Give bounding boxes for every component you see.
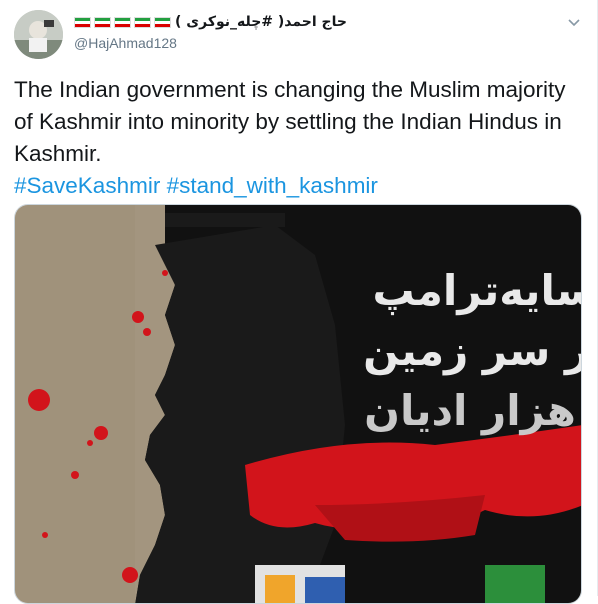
tweet-card[interactable]: حاج احمد( #چله_نوکری ) @HajAhmad128 The …	[0, 0, 598, 604]
iran-flag-icon	[114, 16, 131, 28]
tweet-media-image[interactable]: سایه‌ترامپ بر سر زمین هزار ادیان	[14, 204, 582, 604]
user-info: حاج احمد( #چله_نوکری ) @HajAhmad128	[74, 12, 347, 51]
poster-line-2: بر سر زمین	[363, 326, 582, 376]
iran-flag-icon	[94, 16, 111, 28]
flag-emojis	[74, 16, 171, 28]
iran-flag-icon	[154, 16, 171, 28]
tweet-body: The Indian government is changing the Mu…	[14, 74, 584, 202]
hashtag-links[interactable]: #SaveKashmir #stand_with_kashmir	[14, 170, 584, 202]
display-name[interactable]: حاج احمد( #چله_نوکری )	[74, 12, 347, 32]
display-name-text: حاج احمد( #چله_نوکری )	[175, 14, 347, 30]
user-handle[interactable]: @HajAhmad128	[74, 35, 347, 51]
iran-flag-icon	[134, 16, 151, 28]
tweet-text: The Indian government is changing the Mu…	[14, 77, 566, 166]
avatar[interactable]	[14, 10, 63, 59]
poster-line-3: هزار ادیان	[364, 386, 576, 436]
iran-flag-icon	[74, 16, 91, 28]
poster-line-1: سایه‌ترامپ	[372, 266, 582, 316]
caret-down-icon[interactable]	[567, 14, 581, 28]
